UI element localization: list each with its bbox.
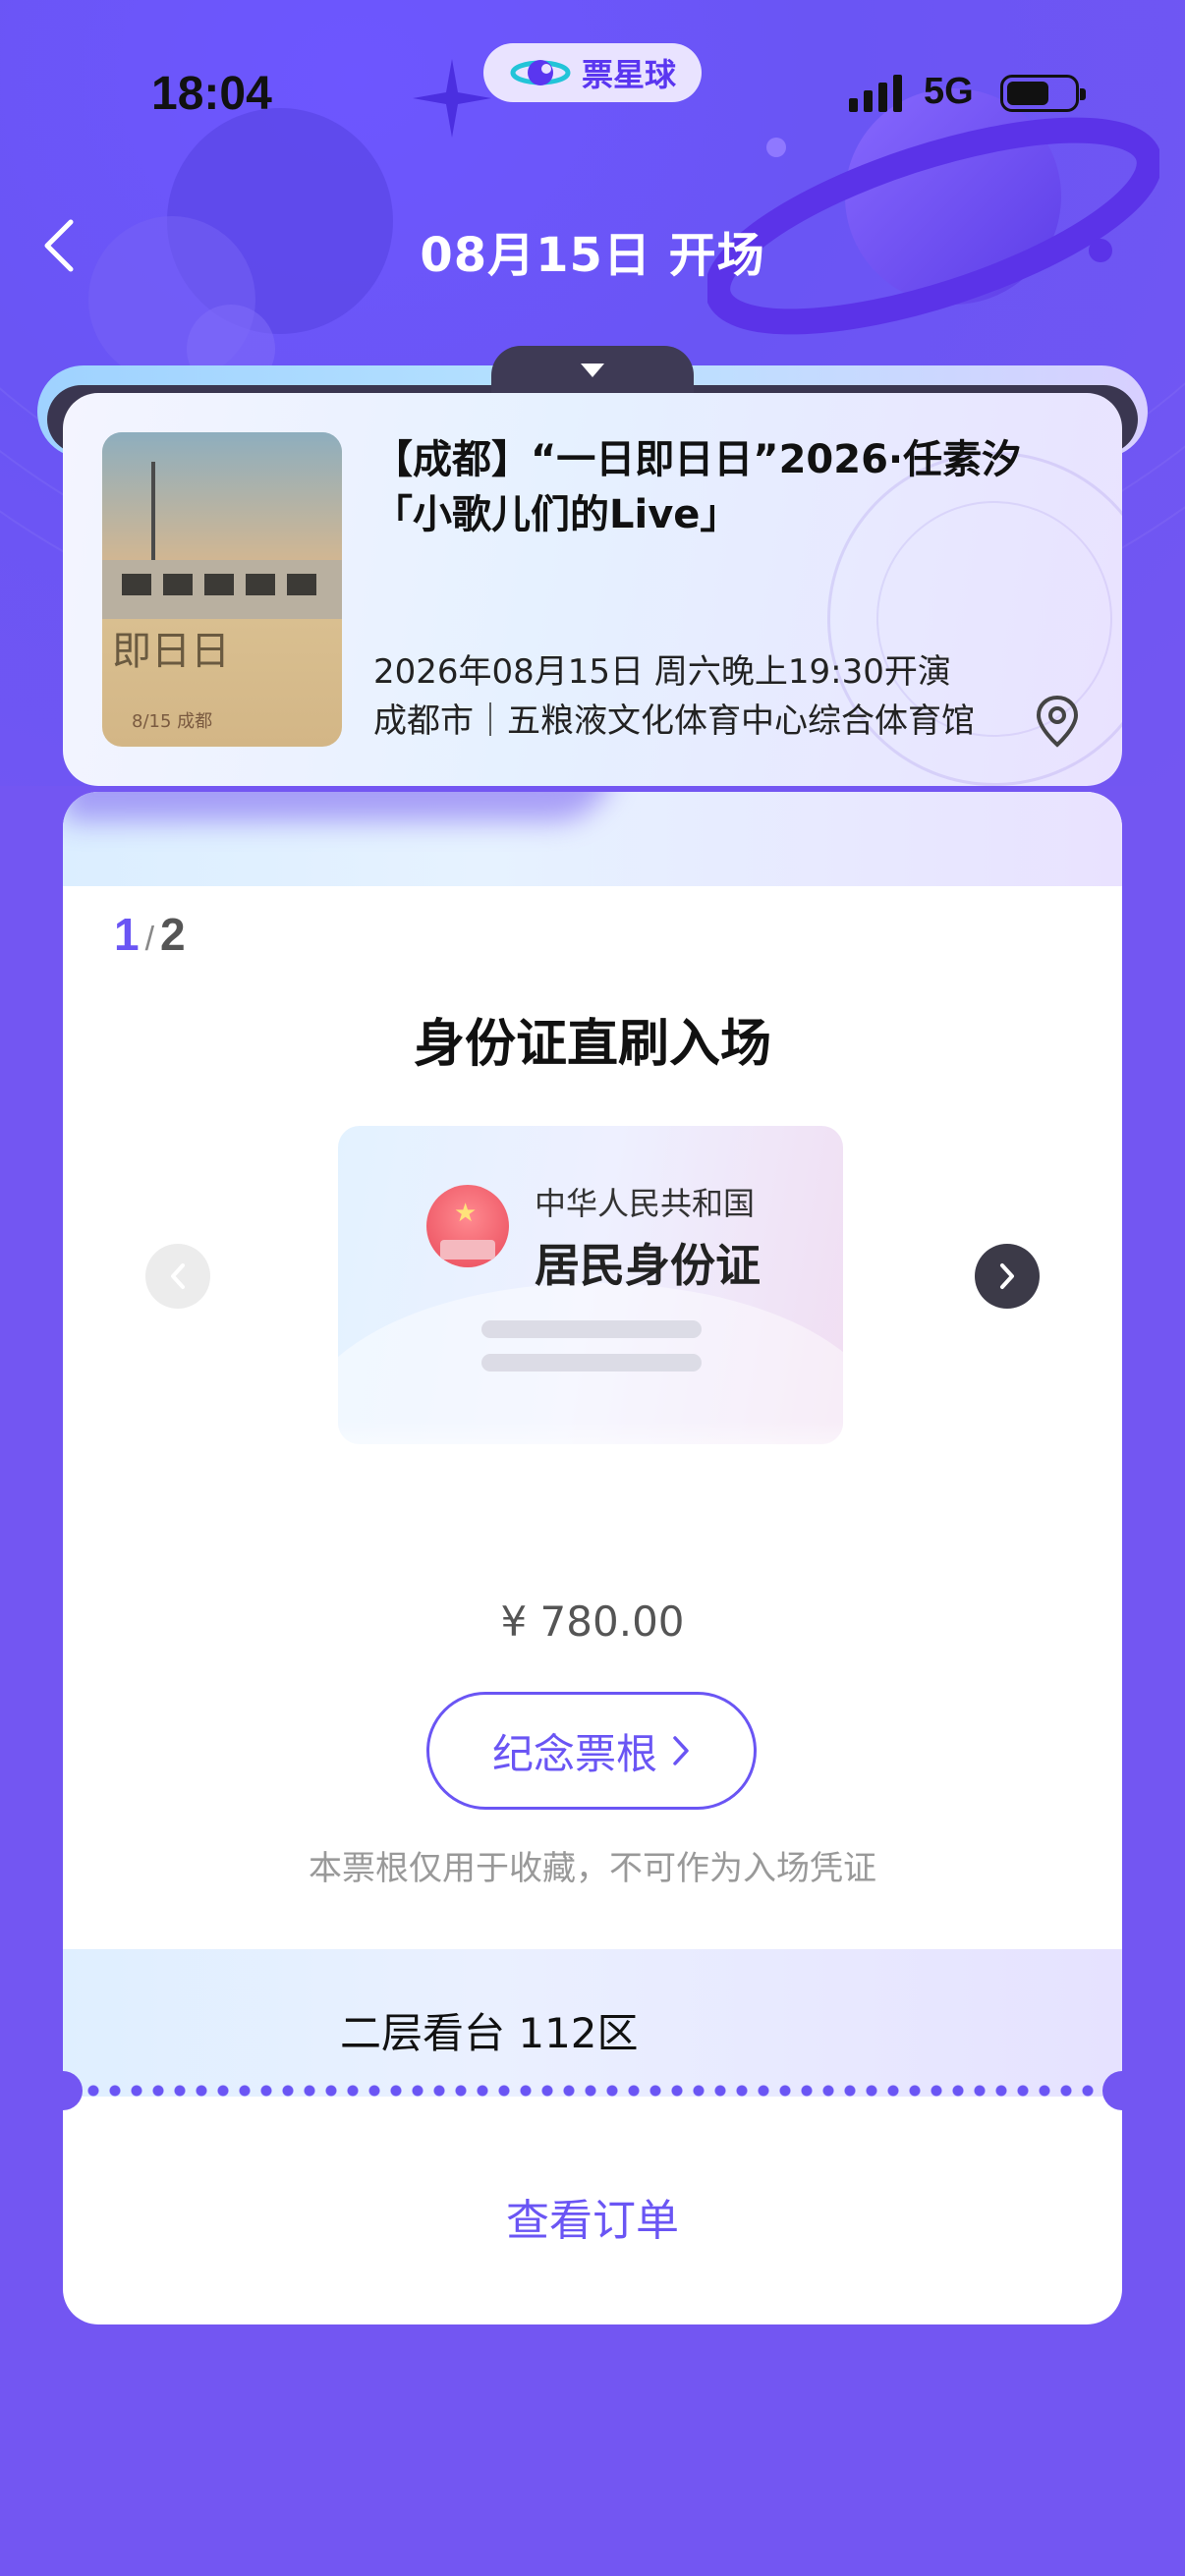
seat-location: 二层看台 112区	[340, 2009, 639, 2057]
chevron-left-icon	[171, 1263, 185, 1289]
id-card-illustration: ★ 中华人民共和国 居民身份证	[338, 1126, 843, 1444]
view-order-link[interactable]: 查看订单	[63, 2185, 1122, 2248]
souvenir-stub-label: 纪念票根	[491, 1729, 657, 1778]
page-total: 2	[160, 909, 186, 960]
page-title: 08月15日 开场	[420, 228, 765, 283]
id-card-country: 中华人民共和国	[535, 1185, 756, 1222]
poster-date: 8/15 成都	[132, 711, 213, 732]
next-ticket-button[interactable]	[975, 1244, 1040, 1309]
entry-method-title: 身份证直刷入场	[413, 1015, 771, 1074]
perforation-divider	[83, 2083, 1102, 2099]
seat-info-band: 二层看台 112区	[63, 1949, 1122, 2097]
chevron-right-icon	[673, 1736, 689, 1765]
event-poster[interactable]: 即日日 8/15 成都	[102, 432, 342, 747]
ticket-price: ¥ 780.00	[500, 1597, 685, 1646]
previous-ticket-button[interactable]	[145, 1244, 210, 1309]
id-card-title: 居民身份证	[535, 1239, 761, 1292]
battery-icon	[1000, 75, 1086, 112]
brand-name: 票星球	[581, 56, 676, 93]
event-datetime: 2026年08月15日 周六晚上19:30开演	[373, 652, 951, 692]
page-current: 1	[114, 909, 140, 960]
ticket-card: 1/2 身份证直刷入场 ★ 中华人民共和国 居民身份证 ¥ 780.00 纪念票…	[63, 792, 1122, 2324]
page-indicator: 1/2	[114, 908, 186, 961]
event-title: 【成都】“一日即日日”2026·任素汐「小歌儿们的Live」	[373, 437, 1022, 537]
souvenir-stub-button[interactable]: 纪念票根	[426, 1692, 757, 1810]
event-card[interactable]: 即日日 8/15 成都 【成都】“一日即日日”2026·任素汐「小歌儿们的Liv…	[63, 393, 1122, 786]
sparkle-icon	[413, 59, 491, 138]
event-venue: 成都市｜五粮液文化体育中心综合体育馆	[373, 701, 975, 741]
status-time: 18:04	[151, 68, 272, 120]
page-separator: /	[144, 921, 155, 958]
planet-logo-icon	[510, 60, 571, 85]
chevron-right-icon	[1000, 1263, 1014, 1289]
location-pin-icon[interactable]	[1034, 694, 1081, 749]
caret-down-icon	[581, 364, 604, 377]
stub-disclaimer: 本票根仅用于收藏，不可作为入场凭证	[309, 1849, 876, 1888]
national-emblem-icon: ★	[426, 1185, 509, 1267]
brand-badge: 票星球	[483, 43, 702, 102]
signal-icon	[849, 73, 902, 112]
network-type: 5G	[924, 71, 974, 112]
poster-title: 即日日	[112, 629, 230, 674]
